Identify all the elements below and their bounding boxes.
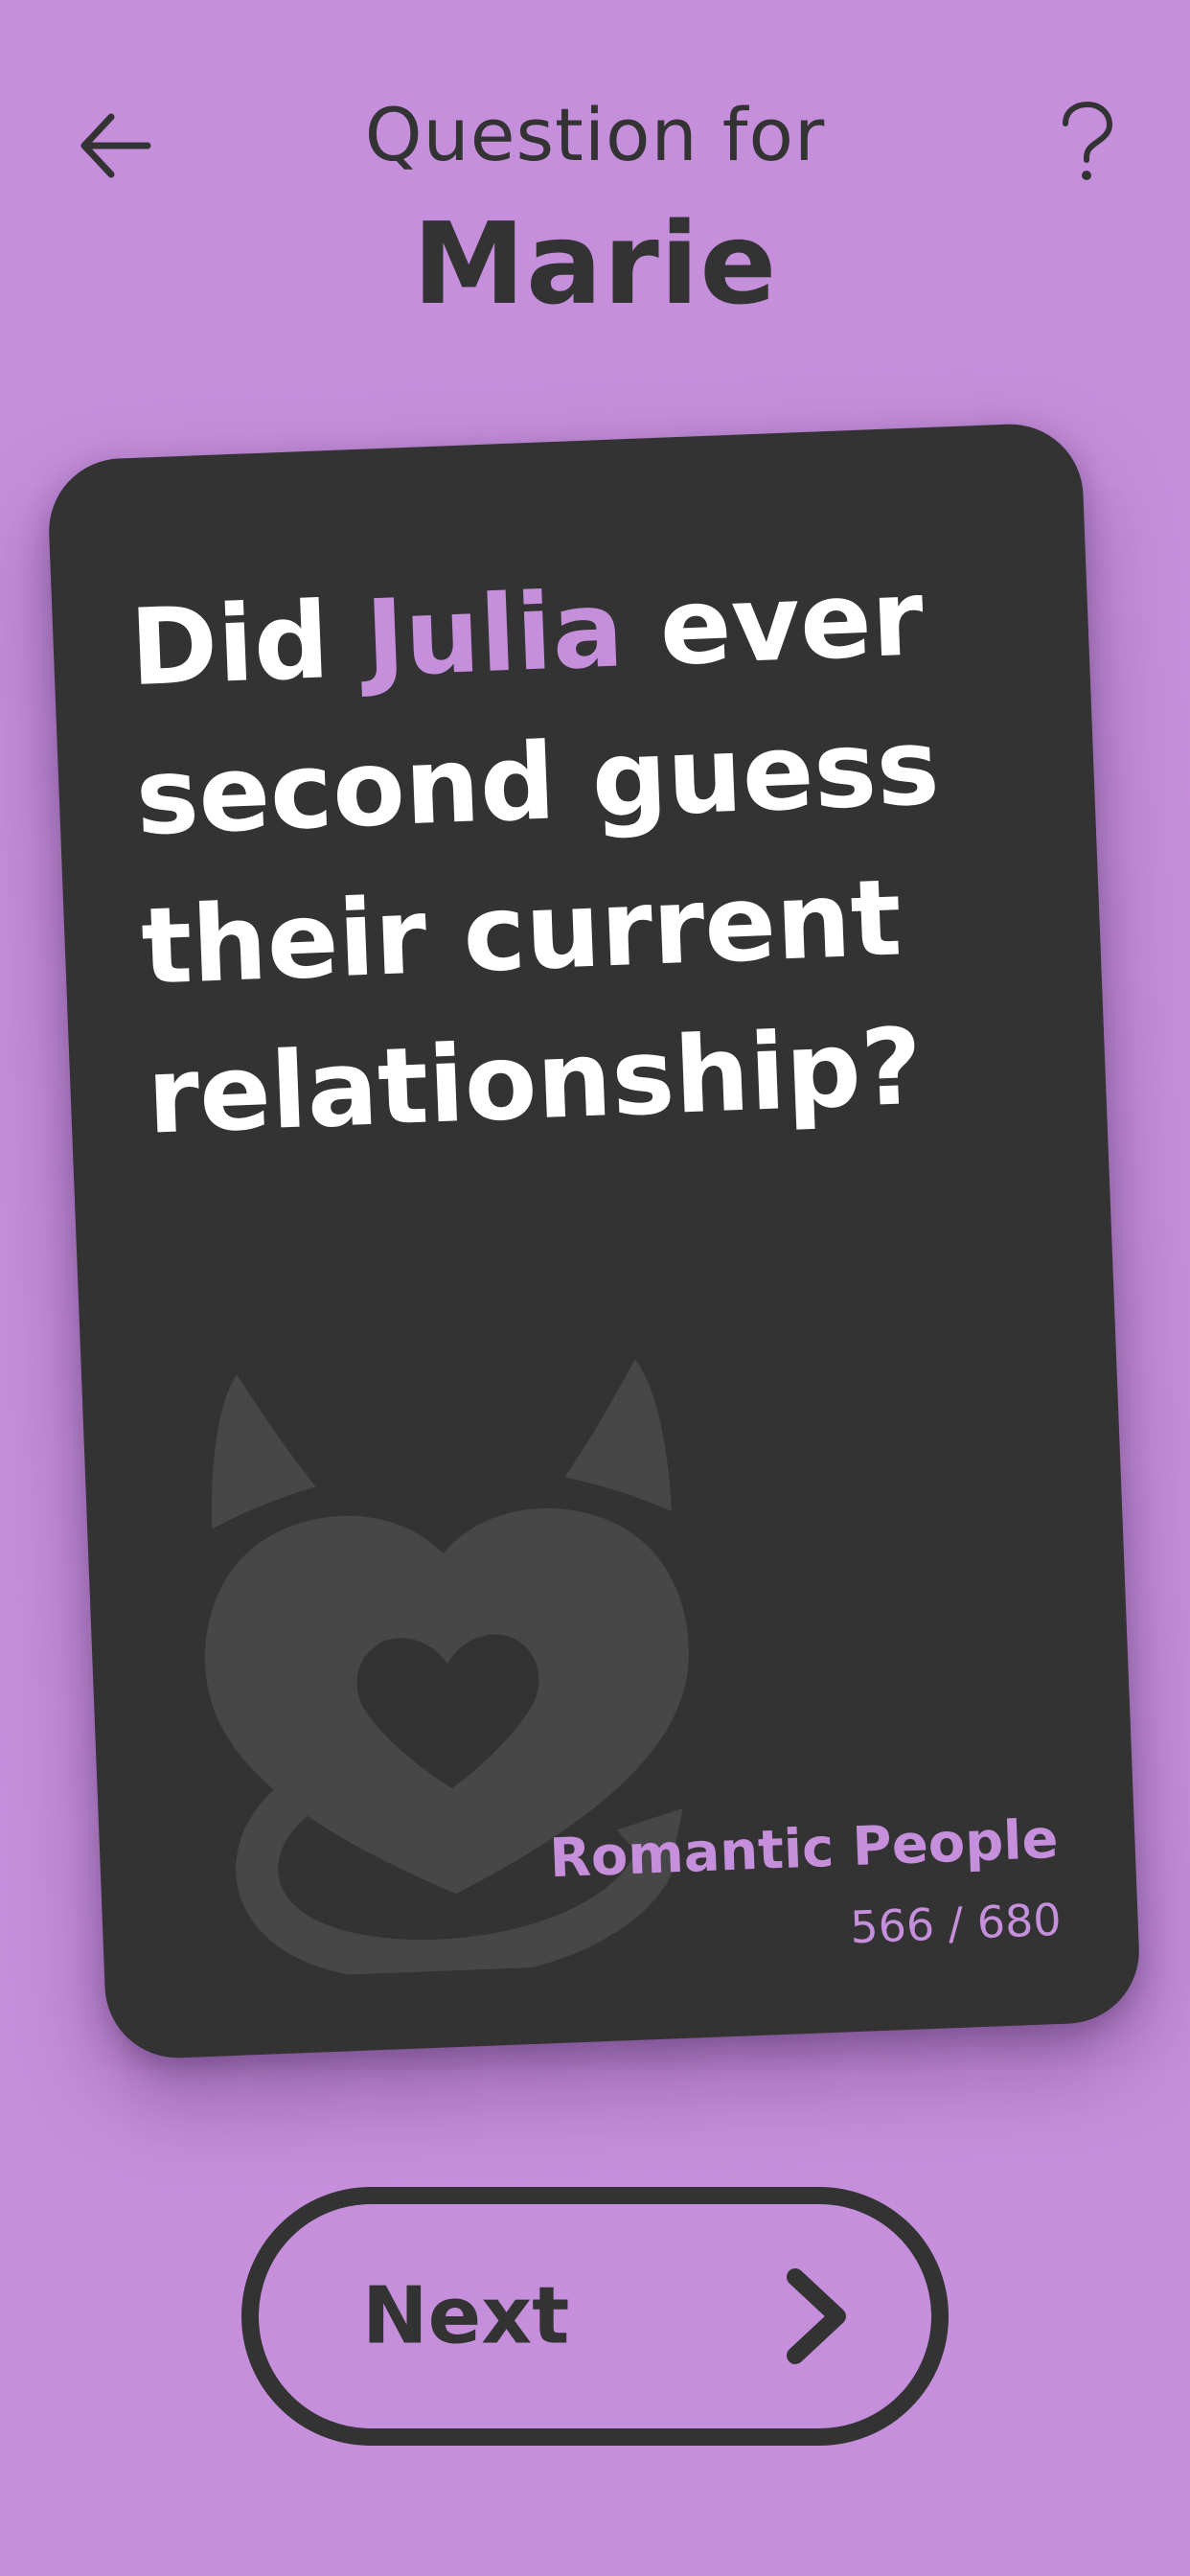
player-name-title: Marie (412, 197, 778, 330)
card-counter: 566 / 680 (849, 1893, 1063, 1954)
chevron-right-icon (787, 2268, 846, 2364)
question-card[interactable]: Did Julia ever second guess their curren… (46, 421, 1142, 2061)
help-button[interactable] (1044, 96, 1131, 188)
next-button[interactable]: Next (241, 2187, 949, 2446)
question-text: Did Julia ever second guess their curren… (127, 540, 1031, 1171)
question-highlight-name: Julia (363, 567, 626, 701)
help-icon (1063, 101, 1113, 180)
question-prefix: Did (127, 577, 369, 710)
next-button-label: Next (362, 2270, 570, 2362)
header-subtitle: Question for (364, 92, 826, 177)
